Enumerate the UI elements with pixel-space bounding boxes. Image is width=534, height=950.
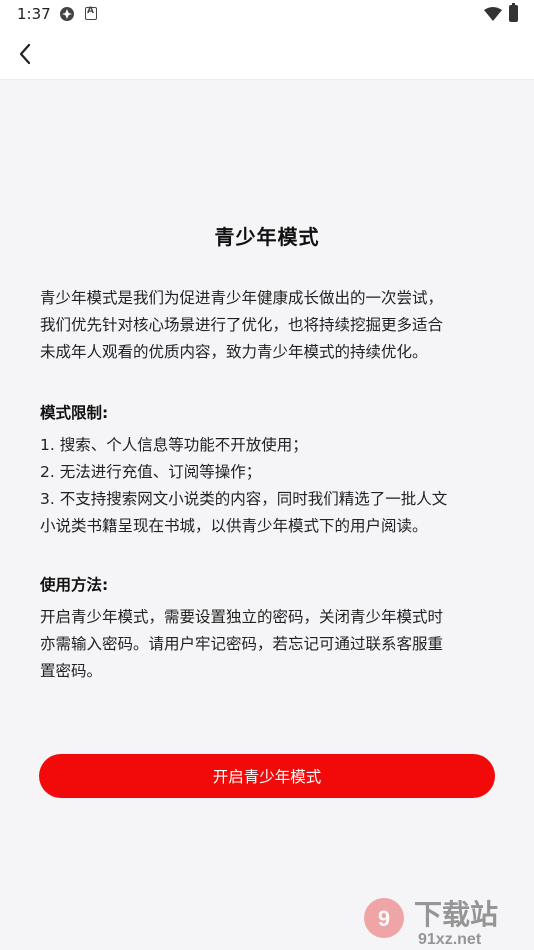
svg-text:9: 9: [378, 906, 390, 931]
top-bar: [0, 30, 534, 80]
watermark-url: 91xz.net: [418, 931, 482, 948]
wifi-icon: [484, 7, 502, 21]
watermark-logo: 9 下载站 91xz.net: [364, 898, 498, 948]
intro-text: 青少年模式是我们为促进青少年健康成长做出的一次尝试， 我们优先针对核心场景进行了…: [40, 285, 496, 366]
intro-line: 青少年模式是我们为促进青少年健康成长做出的一次尝试，: [40, 289, 444, 307]
page-title: 青少年模式: [214, 225, 320, 249]
app-notification-icon: [60, 7, 74, 21]
intro-line: 我们优先针对核心场景进行了优化，也将持续挖掘更多适合: [40, 316, 444, 334]
restriction-item: 2. 无法进行充值、订阅等操作；: [40, 463, 262, 481]
restrictions-heading: 模式限制:: [40, 404, 109, 422]
status-bar: 1:37: [0, 0, 534, 30]
back-arrow-icon[interactable]: [10, 38, 42, 70]
usage-heading: 使用方法:: [40, 576, 109, 594]
usage-line: 亦需输入密码。请用户牢记密码，若忘记可通过联系客服重: [40, 635, 444, 653]
restriction-item: 1. 搜索、个人信息等功能不开放使用；: [40, 436, 308, 454]
watermark-cn: 下载站: [414, 898, 498, 931]
enable-teen-mode-button[interactable]: 开启青少年模式: [39, 754, 495, 798]
usage-line: 置密码。: [40, 662, 103, 680]
usage-text: 开启青少年模式，需要设置独立的密码，关闭青少年模式时 亦需输入密码。请用户牢记密…: [40, 604, 496, 685]
restrictions-list: 1. 搜索、个人信息等功能不开放使用； 2. 无法进行充值、订阅等操作； 3. …: [40, 432, 500, 540]
intro-line: 未成年人观看的优质内容，致力青少年模式的持续优化。: [40, 343, 428, 361]
battery-icon: [509, 3, 518, 22]
usage-line: 开启青少年模式，需要设置独立的密码，关闭青少年模式时: [40, 608, 444, 626]
restriction-item: 3. 不支持搜索网文小说类的内容，同时我们精选了一批人文: [40, 490, 448, 508]
notification-a-icon: [85, 6, 97, 20]
status-time: 1:37: [17, 5, 51, 23]
restriction-item: 小说类书籍呈现在书城，以供青少年模式下的用户阅读。: [40, 517, 428, 535]
